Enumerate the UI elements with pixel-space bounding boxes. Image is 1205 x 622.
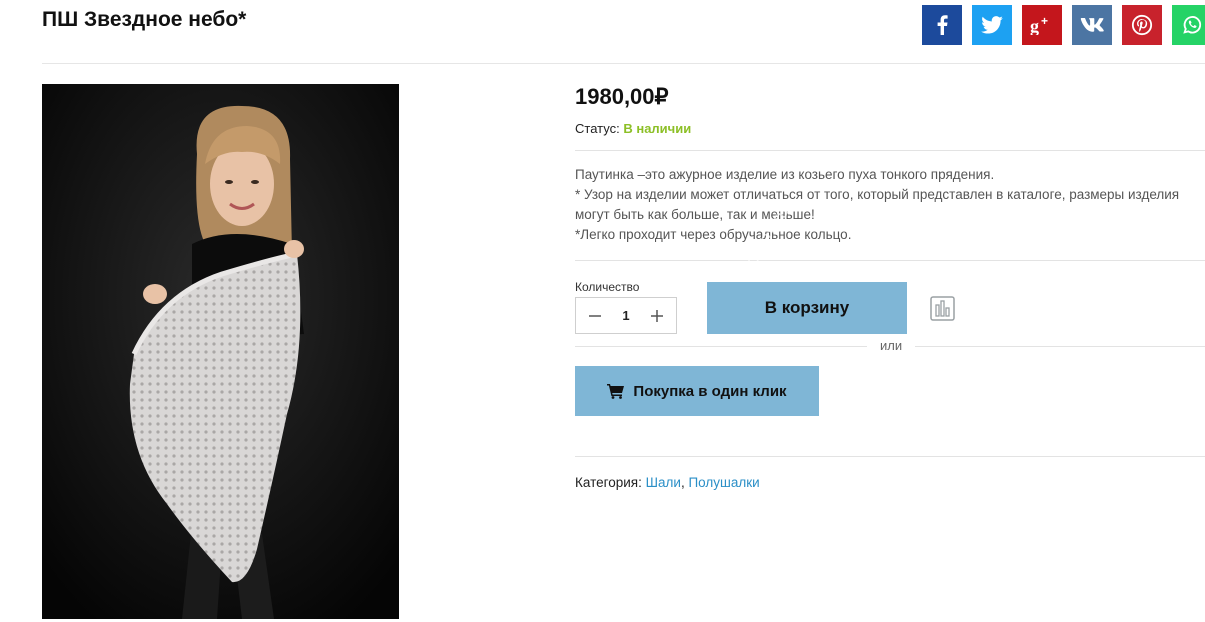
compare-chart-icon <box>930 296 955 321</box>
whatsapp-icon <box>1183 16 1202 34</box>
divider <box>575 260 1205 261</box>
category-label: Категория: <box>575 475 642 490</box>
quantity-input[interactable] <box>611 308 641 323</box>
product-category: Категория: Шали, Полушалки <box>575 475 760 490</box>
google-plus-share-button[interactable]: g + <box>1022 5 1062 45</box>
status-label: Статус: <box>575 121 620 136</box>
compare-button[interactable] <box>930 296 955 321</box>
add-to-cart-button[interactable]: В корзину <box>707 282 907 334</box>
increase-quantity-button[interactable] <box>648 307 666 325</box>
facebook-icon <box>937 15 948 35</box>
minus-icon <box>589 314 601 317</box>
description-line: *Легко проходит через обручальное кольцо… <box>575 227 852 242</box>
twitter-share-button[interactable] <box>972 5 1012 45</box>
one-click-buy-button[interactable]: Покупка в один клик <box>575 366 819 416</box>
pinterest-icon <box>1131 14 1153 36</box>
category-link-shali[interactable]: Шали <box>646 475 681 490</box>
one-click-buy-label: Покупка в один клик <box>633 382 787 400</box>
divider <box>575 456 1205 457</box>
top-divider <box>42 63 1205 64</box>
vk-icon <box>1080 18 1104 32</box>
cart-icon <box>607 384 625 399</box>
description-line: Паутинка –это ажурное изделие из козьего… <box>575 167 995 182</box>
stock-status: Статус: В наличии <box>575 121 691 136</box>
twitter-icon <box>981 16 1003 34</box>
vk-share-button[interactable] <box>1072 5 1112 45</box>
product-image[interactable] <box>42 84 399 619</box>
plus-icon <box>651 309 663 322</box>
divider <box>575 150 1205 151</box>
product-photo-woman-in-shawl <box>42 84 399 619</box>
description-line: * Узор на изделии может отличаться от то… <box>575 187 1180 222</box>
decrease-quantity-button[interactable] <box>586 307 604 325</box>
facebook-share-button[interactable] <box>922 5 962 45</box>
or-text: или <box>867 338 916 353</box>
category-link-polushalki[interactable]: Полушалки <box>688 475 759 490</box>
quantity-stepper <box>575 297 677 334</box>
google-plus-icon: g + <box>1030 15 1048 35</box>
svg-text:+: + <box>1041 15 1048 28</box>
product-price: 1980,00₽ <box>575 84 669 109</box>
share-buttons: g + <box>922 5 1205 45</box>
status-value: В наличии <box>623 121 692 136</box>
product-description: Паутинка –это ажурное изделие из козьего… <box>575 165 1195 245</box>
svg-text:g: g <box>1030 16 1039 35</box>
quantity-label: Количество <box>575 280 640 294</box>
whatsapp-share-button[interactable] <box>1172 5 1205 45</box>
product-title: ПШ Звездное небо* <box>42 8 247 31</box>
pinterest-share-button[interactable] <box>1122 5 1162 45</box>
